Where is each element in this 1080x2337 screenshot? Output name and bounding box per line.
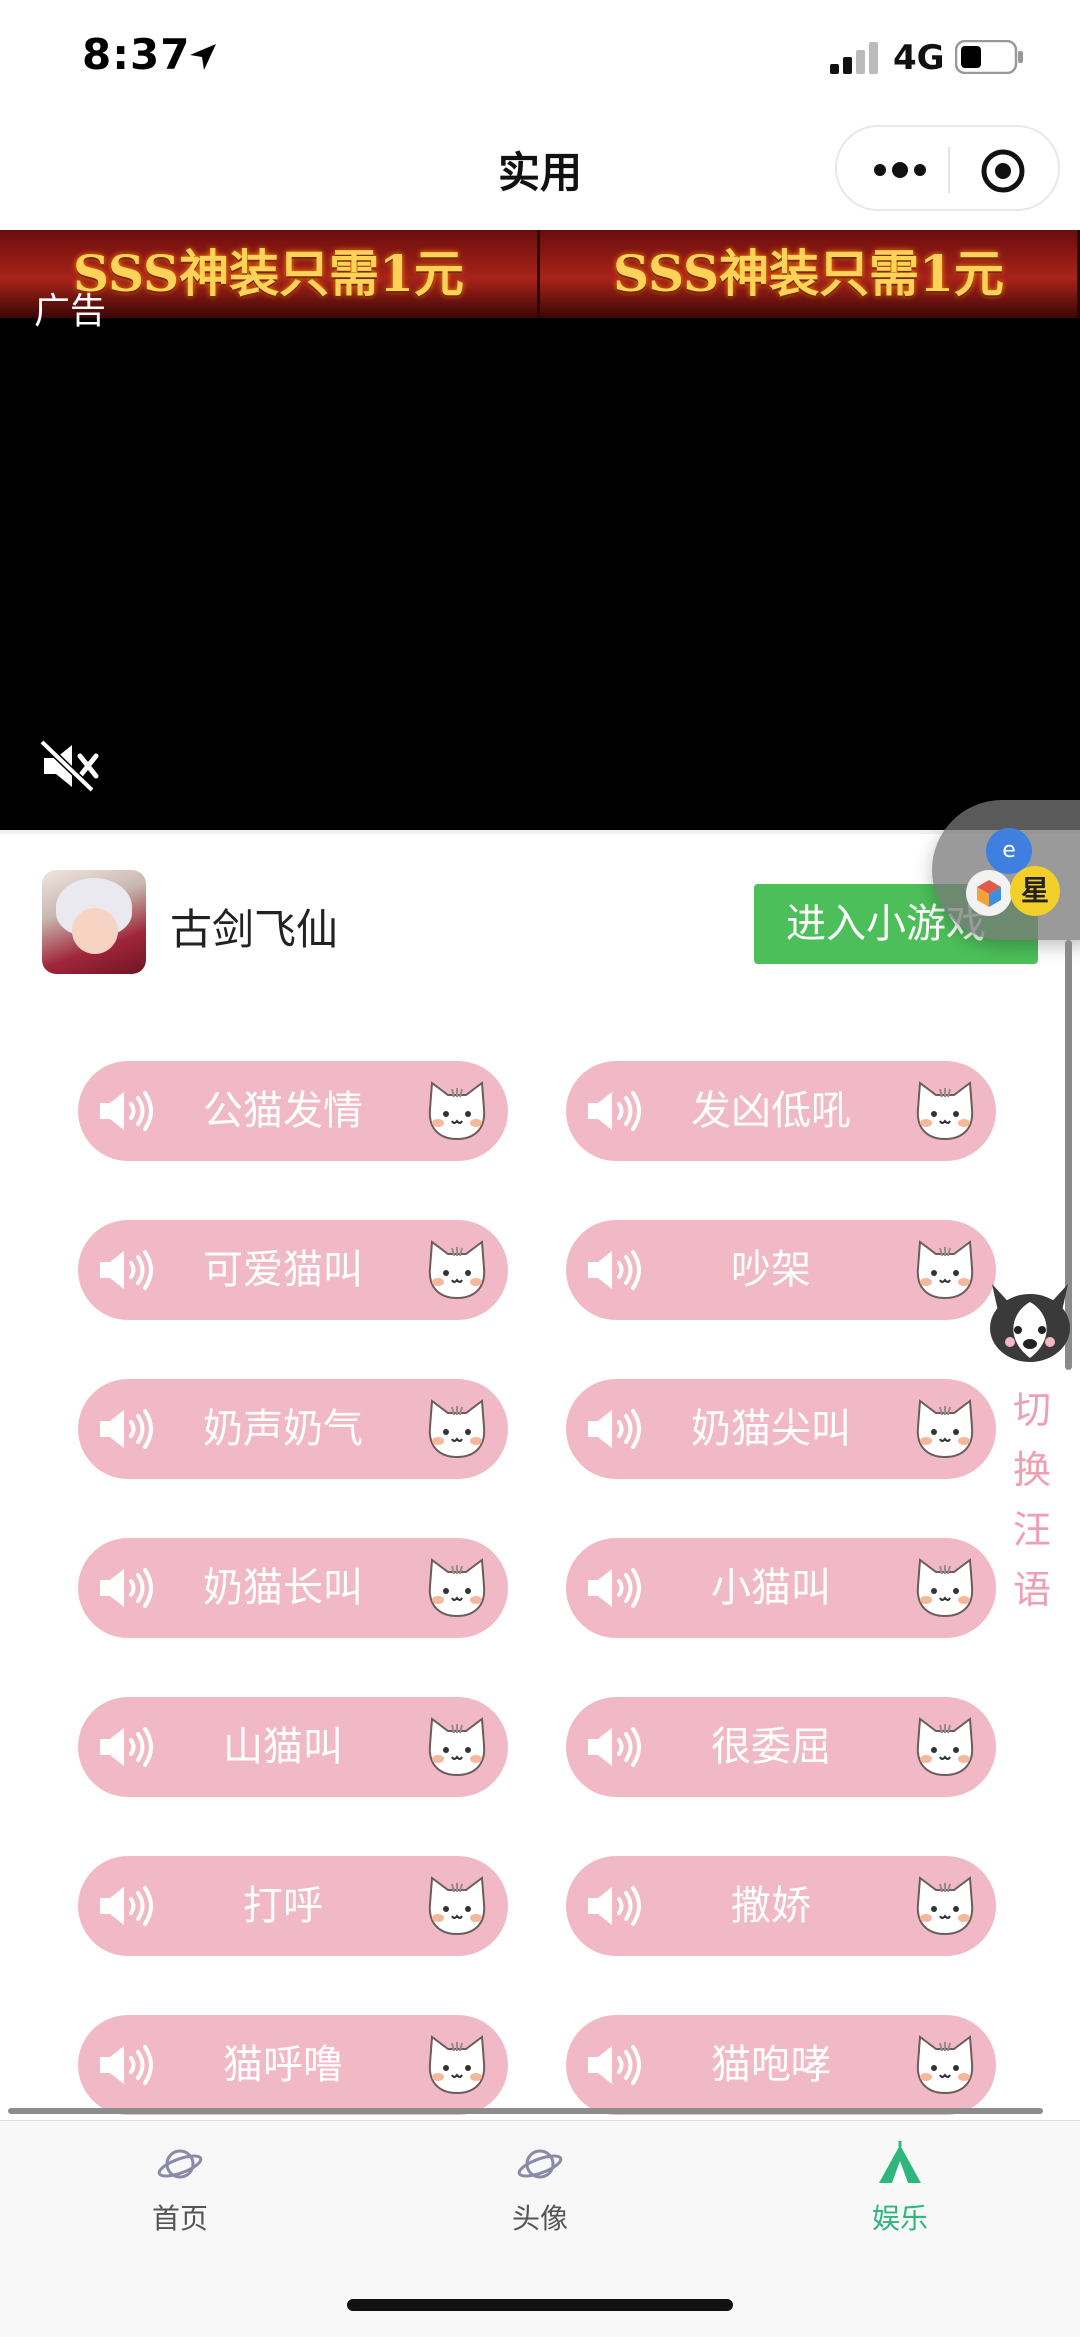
speaker-icon	[588, 2045, 641, 2085]
floating-widget[interactable]: e 星	[932, 800, 1080, 940]
cat-face-icon	[916, 1876, 974, 1936]
game-icon-face	[72, 908, 118, 954]
cat-face-icon	[428, 1240, 486, 1300]
status-time: 8:37	[82, 30, 191, 79]
sound-button-label: 奶猫尖叫	[691, 1406, 851, 1452]
speaker-icon	[100, 1727, 153, 1767]
sound-button-label: 奶猫长叫	[203, 1565, 363, 1611]
cat-face-icon	[428, 1717, 486, 1777]
ad-label[interactable]: 广告	[34, 282, 106, 334]
sound-button-label: 撒娇	[731, 1883, 811, 1929]
more-icon[interactable]	[872, 155, 928, 185]
game-promo: 古剑飞仙 进入小游戏	[0, 830, 1080, 1010]
sound-button[interactable]: 猫呼噜	[78, 2015, 508, 2115]
speaker-icon	[100, 1886, 153, 1926]
speaker-icon	[588, 1727, 641, 1767]
tab-label: 娱乐	[871, 2202, 928, 2235]
husky-dog-icon[interactable]	[982, 1278, 1078, 1366]
cat-face-icon	[428, 1876, 486, 1936]
sound-button[interactable]: 奶猫长叫	[78, 1538, 508, 1638]
speaker-icon	[100, 1409, 153, 1449]
sound-button-label: 可爱猫叫	[203, 1247, 363, 1293]
sound-button[interactable]: 猫咆哮	[566, 2015, 996, 2115]
cat-face-icon	[916, 1558, 974, 1618]
tab-label: 首页	[151, 2202, 208, 2235]
tab-label: 头像	[511, 2202, 568, 2235]
sound-button-label: 山猫叫	[223, 1724, 343, 1770]
signal-icon	[830, 42, 878, 74]
tab-avatar[interactable]: 头像	[440, 2139, 640, 2249]
sound-button-label: 很委屈	[711, 1724, 831, 1770]
cat-face-icon	[428, 1399, 486, 1459]
location-arrow-icon	[190, 44, 216, 70]
ad-banner-text: SSS神装只需1元	[540, 230, 1080, 318]
horizontal-scrollbar	[8, 2108, 1043, 2114]
planet-icon	[157, 2149, 203, 2179]
ad-banner[interactable]: SSS神装只需1元 SSS神装只需1元	[0, 230, 1080, 318]
speaker-icon	[100, 1568, 153, 1608]
speaker-icon	[588, 1091, 641, 1131]
sound-button[interactable]: 发凶低吼	[566, 1061, 996, 1161]
sound-button-label: 吵架	[731, 1247, 811, 1293]
speaker-icon	[100, 1250, 153, 1290]
sound-button[interactable]: 山猫叫	[78, 1697, 508, 1797]
nav-bar: 实用	[0, 115, 1080, 230]
mute-icon[interactable]	[40, 740, 100, 792]
sound-button-label: 猫呼噜	[223, 2042, 343, 2088]
battery-icon	[955, 40, 1023, 74]
cat-face-icon	[916, 1240, 974, 1300]
cat-face-icon	[916, 2035, 974, 2095]
cat-face-icon	[428, 1081, 486, 1141]
sound-button[interactable]: 奶猫尖叫	[566, 1379, 996, 1479]
cat-face-icon	[916, 1081, 974, 1141]
sound-button-label: 奶声奶气	[203, 1406, 363, 1452]
speaker-icon	[588, 1886, 641, 1926]
sound-button[interactable]: 可爱猫叫	[78, 1220, 508, 1320]
sound-button[interactable]: 打呼	[78, 1856, 508, 1956]
speaker-icon	[588, 1250, 641, 1290]
speaker-icon	[588, 1568, 641, 1608]
tab-entertainment[interactable]: 娱乐	[800, 2139, 1000, 2249]
sound-button-label: 公猫发情	[203, 1088, 363, 1134]
cube-icon	[966, 870, 1012, 916]
sound-button[interactable]: 撒娇	[566, 1856, 996, 1956]
game-name: 古剑飞仙	[170, 905, 339, 954]
speaker-icon	[100, 2045, 153, 2085]
cat-face-icon	[428, 1558, 486, 1618]
sound-button[interactable]: 公猫发情	[78, 1061, 508, 1161]
switch-dog-language-button[interactable]: 切换汪语	[1010, 1380, 1054, 1620]
tent-icon	[879, 2141, 921, 2183]
ad-video[interactable]: SSS神装只需1元 SSS神装只需1元 广告	[0, 230, 1080, 830]
speaker-icon	[588, 1409, 641, 1449]
status-bar: 8:37 4G	[0, 0, 1080, 115]
star-badge: 星	[1010, 866, 1060, 916]
game-icon[interactable]	[42, 870, 146, 974]
network-type: 4G	[893, 38, 945, 78]
sound-button-label: 猫咆哮	[711, 2042, 831, 2088]
capsule-divider	[948, 147, 950, 193]
home-indicator	[347, 2299, 733, 2311]
sound-button-label: 发凶低吼	[691, 1088, 851, 1134]
sound-button[interactable]: 奶声奶气	[78, 1379, 508, 1479]
sound-button[interactable]: 很委屈	[566, 1697, 996, 1797]
tab-home[interactable]: 首页	[80, 2139, 280, 2249]
sound-button-label: 打呼	[243, 1883, 323, 1929]
close-mini-program-icon[interactable]	[979, 147, 1027, 195]
sound-button[interactable]: 小猫叫	[566, 1538, 996, 1638]
cat-face-icon	[428, 2035, 486, 2095]
sound-button[interactable]: 吵架	[566, 1220, 996, 1320]
mini-program-capsule	[835, 125, 1060, 211]
speaker-icon	[100, 1091, 153, 1131]
cat-face-icon	[916, 1717, 974, 1777]
planet-icon	[517, 2149, 563, 2179]
sound-button-label: 小猫叫	[711, 1565, 831, 1611]
cat-face-icon	[916, 1399, 974, 1459]
